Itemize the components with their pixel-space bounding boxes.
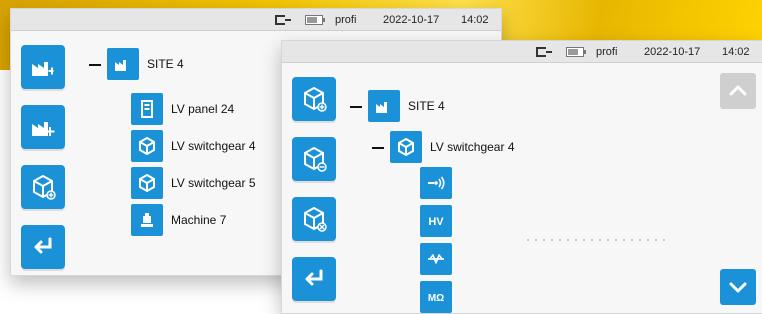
device-screen-2: profi 2022-10-17 14:02 SITE 4 LV switchg… xyxy=(281,40,762,314)
scroll-up-button[interactable] xyxy=(720,73,756,109)
tree-node-measurement-waveform[interactable] xyxy=(420,243,452,275)
tree-node-label: LV switchgear 4 xyxy=(171,139,256,153)
factory-edit-icon xyxy=(32,62,54,76)
back-arrow-icon xyxy=(305,269,323,286)
cube-edit-icon xyxy=(304,146,327,172)
tree-node-lv-switchgear-5[interactable]: LV switchgear 5 xyxy=(131,167,256,199)
collapse-toggle[interactable] xyxy=(372,147,384,149)
tree-node-lv-panel[interactable]: LV panel 24 xyxy=(131,93,234,125)
status-user: profi xyxy=(596,45,618,58)
cube-delete-icon xyxy=(304,206,327,232)
cube-icon xyxy=(131,130,163,162)
factory-icon xyxy=(107,48,139,80)
factory-add-icon xyxy=(32,122,55,136)
signal-icon xyxy=(420,167,452,199)
tree-node-lv-switchgear-4[interactable]: LV switchgear 4 xyxy=(390,131,515,163)
tree-node-label: LV switchgear 5 xyxy=(171,176,256,190)
waveform-icon xyxy=(420,243,452,275)
battery-icon xyxy=(566,46,586,57)
tree-node-site[interactable]: SITE 4 xyxy=(368,90,445,122)
status-time: 14:02 xyxy=(461,13,489,26)
plug-icon xyxy=(271,13,293,27)
tree-node-measurement-megaohm[interactable]: MΩ xyxy=(420,281,452,313)
tree-view: SITE 4 LV switchgear 4 HV MΩ xyxy=(350,63,762,313)
hv-text: HV xyxy=(428,216,444,228)
megaohm-text: MΩ xyxy=(428,293,444,304)
back-arrow-icon xyxy=(34,237,52,254)
status-bar: profi 2022-10-17 14:02 xyxy=(282,41,762,63)
object-delete-button[interactable] xyxy=(292,197,336,241)
collapse-toggle[interactable] xyxy=(89,64,101,66)
sidebar xyxy=(282,63,346,313)
panel-icon xyxy=(131,93,163,125)
factory-icon xyxy=(368,90,400,122)
status-date: 2022-10-17 xyxy=(383,13,440,26)
hv-icon: HV xyxy=(420,205,452,237)
scroll-down-button[interactable] xyxy=(720,269,756,305)
back-button[interactable] xyxy=(21,225,65,269)
chevron-up-icon xyxy=(729,85,747,96)
tree-node-machine-7[interactable]: Machine 7 xyxy=(131,204,226,236)
cube-add-icon xyxy=(33,174,56,200)
status-date: 2022-10-17 xyxy=(644,45,701,58)
status-time: 14:02 xyxy=(722,45,750,58)
tree-node-measurement-signal[interactable] xyxy=(420,167,452,199)
cube-icon xyxy=(390,131,422,163)
cube-icon xyxy=(131,167,163,199)
tree-node-label: LV switchgear 4 xyxy=(430,140,515,154)
tree-node-site[interactable]: SITE 4 xyxy=(107,48,184,80)
tree-node-label: SITE 4 xyxy=(408,99,445,113)
tree-node-label: LV panel 24 xyxy=(171,102,235,116)
object-add-button[interactable] xyxy=(292,77,336,121)
site-button[interactable] xyxy=(21,45,65,89)
status-user: profi xyxy=(335,13,357,26)
sidebar xyxy=(11,31,75,275)
object-edit-button[interactable] xyxy=(292,137,336,181)
object-add-button[interactable] xyxy=(21,165,65,209)
tree-node-measurement-hv[interactable]: HV xyxy=(420,205,452,237)
machine-icon xyxy=(131,204,163,236)
chevron-down-icon xyxy=(729,282,747,293)
tree-node-label: Machine 7 xyxy=(171,213,227,227)
site-add-button[interactable] xyxy=(21,105,65,149)
dotted-guide xyxy=(527,239,667,241)
back-button[interactable] xyxy=(292,257,336,301)
megaohm-icon: MΩ xyxy=(420,281,452,313)
battery-icon xyxy=(305,14,325,25)
cube-add-icon xyxy=(304,86,327,112)
tree-node-lv-switchgear-4[interactable]: LV switchgear 4 xyxy=(131,130,256,162)
tree-node-label: SITE 4 xyxy=(147,57,184,71)
status-bar: profi 2022-10-17 14:02 xyxy=(11,9,501,31)
plug-icon xyxy=(532,45,554,59)
collapse-toggle[interactable] xyxy=(350,106,362,108)
